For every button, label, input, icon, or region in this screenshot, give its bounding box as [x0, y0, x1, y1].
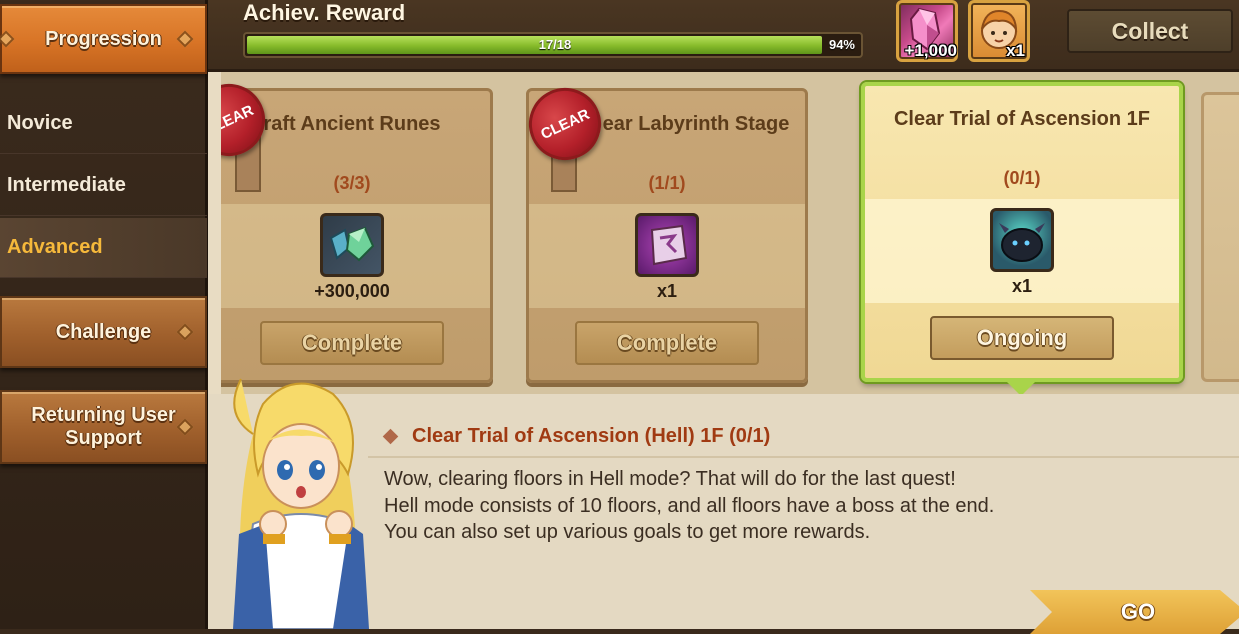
- complete-button[interactable]: Complete: [260, 321, 444, 365]
- collect-button[interactable]: Collect: [1067, 9, 1233, 53]
- reward-crystal-qty: +1,000: [904, 41, 957, 60]
- ongoing-button[interactable]: Ongoing: [930, 316, 1114, 360]
- quest-card-current[interactable]: Clear Trial of Ascension 1F (0/1) x1 Ong…: [861, 82, 1183, 382]
- sidebar-item-advanced[interactable]: Advanced: [0, 218, 207, 278]
- tab-progression-label: Progression: [45, 27, 162, 50]
- tab-returning-user-support[interactable]: Returning User Support: [0, 390, 207, 464]
- quest-card-reward-amount: x1: [656, 281, 678, 301]
- quest-description-heading: Clear Trial of Ascension (Hell) 1F (0/1): [382, 422, 1225, 450]
- quest-cards-carousel: raft Ancient Runes (3/3) +300,000 Comple…: [221, 72, 1239, 394]
- go-button[interactable]: GO: [1030, 590, 1239, 634]
- quest-card-progress: (0/1): [1003, 168, 1041, 188]
- next-card-edge: [1201, 92, 1239, 382]
- quest-card-reward-amount: +300,000: [314, 281, 390, 301]
- main-panel: Achiev. Reward 17/18 94% +1,000 x1 Colle…: [208, 0, 1239, 634]
- tab-challenge-label: Challenge: [55, 320, 152, 343]
- tab-returning-label-line1: Returning User: [31, 404, 176, 426]
- quest-card-progress: (3/3): [333, 173, 371, 193]
- diamond-icon-right: [176, 323, 194, 341]
- reward-hero[interactable]: x1: [968, 0, 1030, 62]
- progress-count: 17/18: [538, 37, 572, 52]
- progress-percent: 94%: [828, 37, 855, 52]
- achievement-reward-bar: Achiev. Reward 17/18 94% +1,000 x1 Colle…: [208, 0, 1239, 72]
- quest-card-title: Clear Trial of Ascension 1F: [893, 108, 1150, 130]
- tab-progression[interactable]: Progression: [0, 4, 207, 74]
- tab-challenge[interactable]: Challenge: [0, 296, 207, 368]
- sidebar: Progression Novice Intermediate Advanced…: [0, 0, 208, 629]
- guide-character-illustration: [233, 378, 369, 629]
- diamond-icon-right: [176, 418, 194, 436]
- quest-description-text: Wow, clearing floors in Hell mode? That …: [384, 466, 1224, 546]
- selected-card-pointer: [1007, 382, 1035, 394]
- reward-crystal[interactable]: +1,000: [896, 0, 958, 62]
- sidebar-item-label: Novice: [7, 112, 73, 134]
- sidebar-item-novice[interactable]: Novice: [0, 94, 207, 154]
- description-line: You can also set up various goals to get…: [384, 521, 871, 543]
- reward-hero-qty: x1: [1006, 41, 1025, 60]
- sidebar-item-intermediate[interactable]: Intermediate: [0, 156, 207, 216]
- complete-button[interactable]: Complete: [575, 321, 759, 365]
- achievement-progress-bar: 17/18 94%: [243, 32, 863, 58]
- diamond-bullet-icon: [382, 428, 399, 444]
- sidebar-item-label: Advanced: [7, 236, 103, 258]
- quest-card-reward-amount: x1: [1011, 276, 1033, 296]
- description-line: Wow, clearing floors in Hell mode? That …: [384, 468, 956, 490]
- diamond-icon-left: [0, 30, 15, 48]
- gem-stones-icon: [320, 213, 384, 277]
- quest-description-title: Clear Trial of Ascension (Hell) 1F (0/1): [412, 424, 771, 447]
- dark-slime-icon: [990, 208, 1054, 272]
- diamond-icon-right: [176, 30, 194, 48]
- rune-scroll-icon: [635, 213, 699, 277]
- sidebar-item-label: Intermediate: [7, 174, 126, 196]
- achievement-title: Achiev. Reward: [243, 0, 406, 25]
- tab-returning-label-line2: Support: [65, 427, 142, 449]
- description-line: Hell mode consists of 10 floors, and all…: [384, 494, 995, 517]
- divider: [368, 456, 1239, 458]
